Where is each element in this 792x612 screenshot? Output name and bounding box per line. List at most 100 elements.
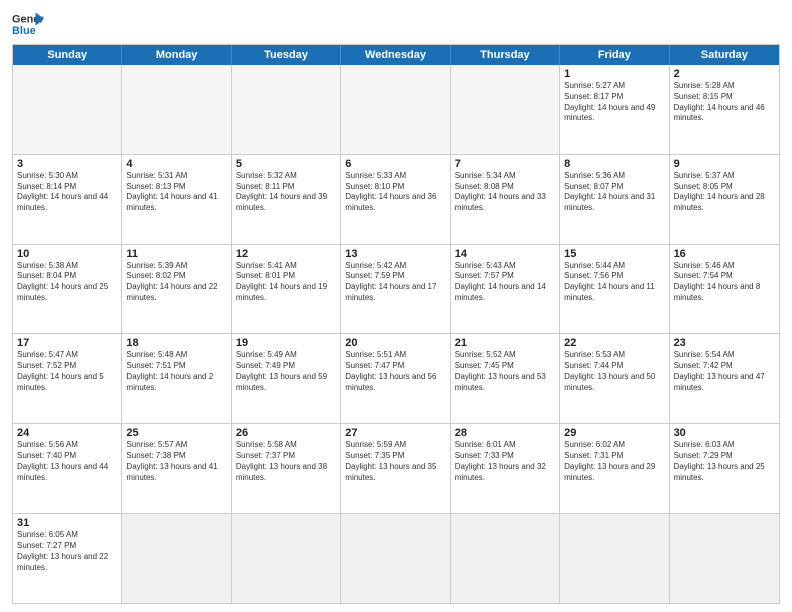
calendar-cell (341, 514, 450, 603)
day-info: Sunrise: 5:32 AM Sunset: 8:11 PM Dayligh… (236, 171, 336, 214)
day-number: 12 (236, 248, 336, 260)
day-number: 4 (126, 158, 226, 170)
day-info: Sunrise: 5:46 AM Sunset: 7:54 PM Dayligh… (674, 261, 775, 304)
calendar-cell: 13Sunrise: 5:42 AM Sunset: 7:59 PM Dayli… (341, 245, 450, 334)
day-info: Sunrise: 6:03 AM Sunset: 7:29 PM Dayligh… (674, 440, 775, 483)
day-info: Sunrise: 5:34 AM Sunset: 8:08 PM Dayligh… (455, 171, 555, 214)
day-number: 15 (564, 248, 664, 260)
day-header-saturday: Saturday (670, 45, 779, 65)
calendar-cell (13, 65, 122, 154)
svg-text:Blue: Blue (12, 25, 36, 37)
calendar-cell (451, 514, 560, 603)
generalblue-logo-icon: General Blue (12, 10, 44, 38)
calendar-cell: 29Sunrise: 6:02 AM Sunset: 7:31 PM Dayli… (560, 424, 669, 513)
day-number: 18 (126, 337, 226, 349)
day-info: Sunrise: 5:31 AM Sunset: 8:13 PM Dayligh… (126, 171, 226, 214)
day-info: Sunrise: 5:59 AM Sunset: 7:35 PM Dayligh… (345, 440, 445, 483)
day-header-sunday: Sunday (13, 45, 122, 65)
calendar-cell: 23Sunrise: 5:54 AM Sunset: 7:42 PM Dayli… (670, 334, 779, 423)
day-number: 10 (17, 248, 117, 260)
day-info: Sunrise: 5:28 AM Sunset: 8:15 PM Dayligh… (674, 81, 775, 124)
calendar-cell (232, 65, 341, 154)
calendar: SundayMondayTuesdayWednesdayThursdayFrid… (12, 44, 780, 604)
day-header-thursday: Thursday (451, 45, 560, 65)
calendar-cell: 31Sunrise: 6:05 AM Sunset: 7:27 PM Dayli… (13, 514, 122, 603)
calendar-row-2: 3Sunrise: 5:30 AM Sunset: 8:14 PM Daylig… (13, 154, 779, 244)
day-number: 30 (674, 427, 775, 439)
calendar-cell: 27Sunrise: 5:59 AM Sunset: 7:35 PM Dayli… (341, 424, 450, 513)
day-number: 5 (236, 158, 336, 170)
day-number: 2 (674, 68, 775, 80)
calendar-cell (451, 65, 560, 154)
calendar-cell: 21Sunrise: 5:52 AM Sunset: 7:45 PM Dayli… (451, 334, 560, 423)
day-header-monday: Monday (122, 45, 231, 65)
calendar-cell: 2Sunrise: 5:28 AM Sunset: 8:15 PM Daylig… (670, 65, 779, 154)
day-info: Sunrise: 5:44 AM Sunset: 7:56 PM Dayligh… (564, 261, 664, 304)
day-number: 27 (345, 427, 445, 439)
day-number: 16 (674, 248, 775, 260)
calendar-header: SundayMondayTuesdayWednesdayThursdayFrid… (13, 45, 779, 65)
day-info: Sunrise: 5:58 AM Sunset: 7:37 PM Dayligh… (236, 440, 336, 483)
calendar-cell (232, 514, 341, 603)
day-info: Sunrise: 5:54 AM Sunset: 7:42 PM Dayligh… (674, 350, 775, 393)
day-info: Sunrise: 5:52 AM Sunset: 7:45 PM Dayligh… (455, 350, 555, 393)
calendar-cell: 25Sunrise: 5:57 AM Sunset: 7:38 PM Dayli… (122, 424, 231, 513)
day-number: 14 (455, 248, 555, 260)
calendar-cell: 17Sunrise: 5:47 AM Sunset: 7:52 PM Dayli… (13, 334, 122, 423)
calendar-cell: 20Sunrise: 5:51 AM Sunset: 7:47 PM Dayli… (341, 334, 450, 423)
calendar-cell: 12Sunrise: 5:41 AM Sunset: 8:01 PM Dayli… (232, 245, 341, 334)
day-info: Sunrise: 5:38 AM Sunset: 8:04 PM Dayligh… (17, 261, 117, 304)
calendar-row-6: 31Sunrise: 6:05 AM Sunset: 7:27 PM Dayli… (13, 513, 779, 603)
day-number: 19 (236, 337, 336, 349)
calendar-row-1: 1Sunrise: 5:27 AM Sunset: 8:17 PM Daylig… (13, 65, 779, 154)
calendar-cell: 14Sunrise: 5:43 AM Sunset: 7:57 PM Dayli… (451, 245, 560, 334)
logo: General Blue (12, 10, 44, 38)
calendar-row-3: 10Sunrise: 5:38 AM Sunset: 8:04 PM Dayli… (13, 244, 779, 334)
calendar-body: 1Sunrise: 5:27 AM Sunset: 8:17 PM Daylig… (13, 65, 779, 603)
day-info: Sunrise: 6:05 AM Sunset: 7:27 PM Dayligh… (17, 530, 117, 573)
calendar-cell: 24Sunrise: 5:56 AM Sunset: 7:40 PM Dayli… (13, 424, 122, 513)
day-info: Sunrise: 5:57 AM Sunset: 7:38 PM Dayligh… (126, 440, 226, 483)
day-number: 21 (455, 337, 555, 349)
calendar-cell: 6Sunrise: 5:33 AM Sunset: 8:10 PM Daylig… (341, 155, 450, 244)
day-number: 22 (564, 337, 664, 349)
day-info: Sunrise: 5:56 AM Sunset: 7:40 PM Dayligh… (17, 440, 117, 483)
day-info: Sunrise: 5:39 AM Sunset: 8:02 PM Dayligh… (126, 261, 226, 304)
calendar-cell: 7Sunrise: 5:34 AM Sunset: 8:08 PM Daylig… (451, 155, 560, 244)
day-number: 23 (674, 337, 775, 349)
calendar-cell: 15Sunrise: 5:44 AM Sunset: 7:56 PM Dayli… (560, 245, 669, 334)
calendar-cell: 22Sunrise: 5:53 AM Sunset: 7:44 PM Dayli… (560, 334, 669, 423)
calendar-cell (122, 514, 231, 603)
calendar-cell: 10Sunrise: 5:38 AM Sunset: 8:04 PM Dayli… (13, 245, 122, 334)
calendar-cell: 19Sunrise: 5:49 AM Sunset: 7:49 PM Dayli… (232, 334, 341, 423)
day-info: Sunrise: 5:30 AM Sunset: 8:14 PM Dayligh… (17, 171, 117, 214)
calendar-cell: 18Sunrise: 5:48 AM Sunset: 7:51 PM Dayli… (122, 334, 231, 423)
day-number: 9 (674, 158, 775, 170)
day-info: Sunrise: 5:37 AM Sunset: 8:05 PM Dayligh… (674, 171, 775, 214)
day-info: Sunrise: 5:53 AM Sunset: 7:44 PM Dayligh… (564, 350, 664, 393)
day-info: Sunrise: 5:51 AM Sunset: 7:47 PM Dayligh… (345, 350, 445, 393)
day-number: 17 (17, 337, 117, 349)
day-info: Sunrise: 5:47 AM Sunset: 7:52 PM Dayligh… (17, 350, 117, 393)
calendar-cell: 1Sunrise: 5:27 AM Sunset: 8:17 PM Daylig… (560, 65, 669, 154)
day-number: 1 (564, 68, 664, 80)
calendar-cell: 30Sunrise: 6:03 AM Sunset: 7:29 PM Dayli… (670, 424, 779, 513)
calendar-cell: 5Sunrise: 5:32 AM Sunset: 8:11 PM Daylig… (232, 155, 341, 244)
calendar-cell (122, 65, 231, 154)
day-number: 24 (17, 427, 117, 439)
day-header-friday: Friday (560, 45, 669, 65)
day-info: Sunrise: 5:36 AM Sunset: 8:07 PM Dayligh… (564, 171, 664, 214)
day-info: Sunrise: 5:42 AM Sunset: 7:59 PM Dayligh… (345, 261, 445, 304)
day-number: 8 (564, 158, 664, 170)
calendar-cell: 8Sunrise: 5:36 AM Sunset: 8:07 PM Daylig… (560, 155, 669, 244)
calendar-cell: 11Sunrise: 5:39 AM Sunset: 8:02 PM Dayli… (122, 245, 231, 334)
day-info: Sunrise: 6:01 AM Sunset: 7:33 PM Dayligh… (455, 440, 555, 483)
day-info: Sunrise: 5:43 AM Sunset: 7:57 PM Dayligh… (455, 261, 555, 304)
day-number: 3 (17, 158, 117, 170)
calendar-cell (670, 514, 779, 603)
calendar-cell (560, 514, 669, 603)
day-number: 6 (345, 158, 445, 170)
calendar-cell (341, 65, 450, 154)
page-header: General Blue (12, 10, 780, 38)
day-number: 11 (126, 248, 226, 260)
